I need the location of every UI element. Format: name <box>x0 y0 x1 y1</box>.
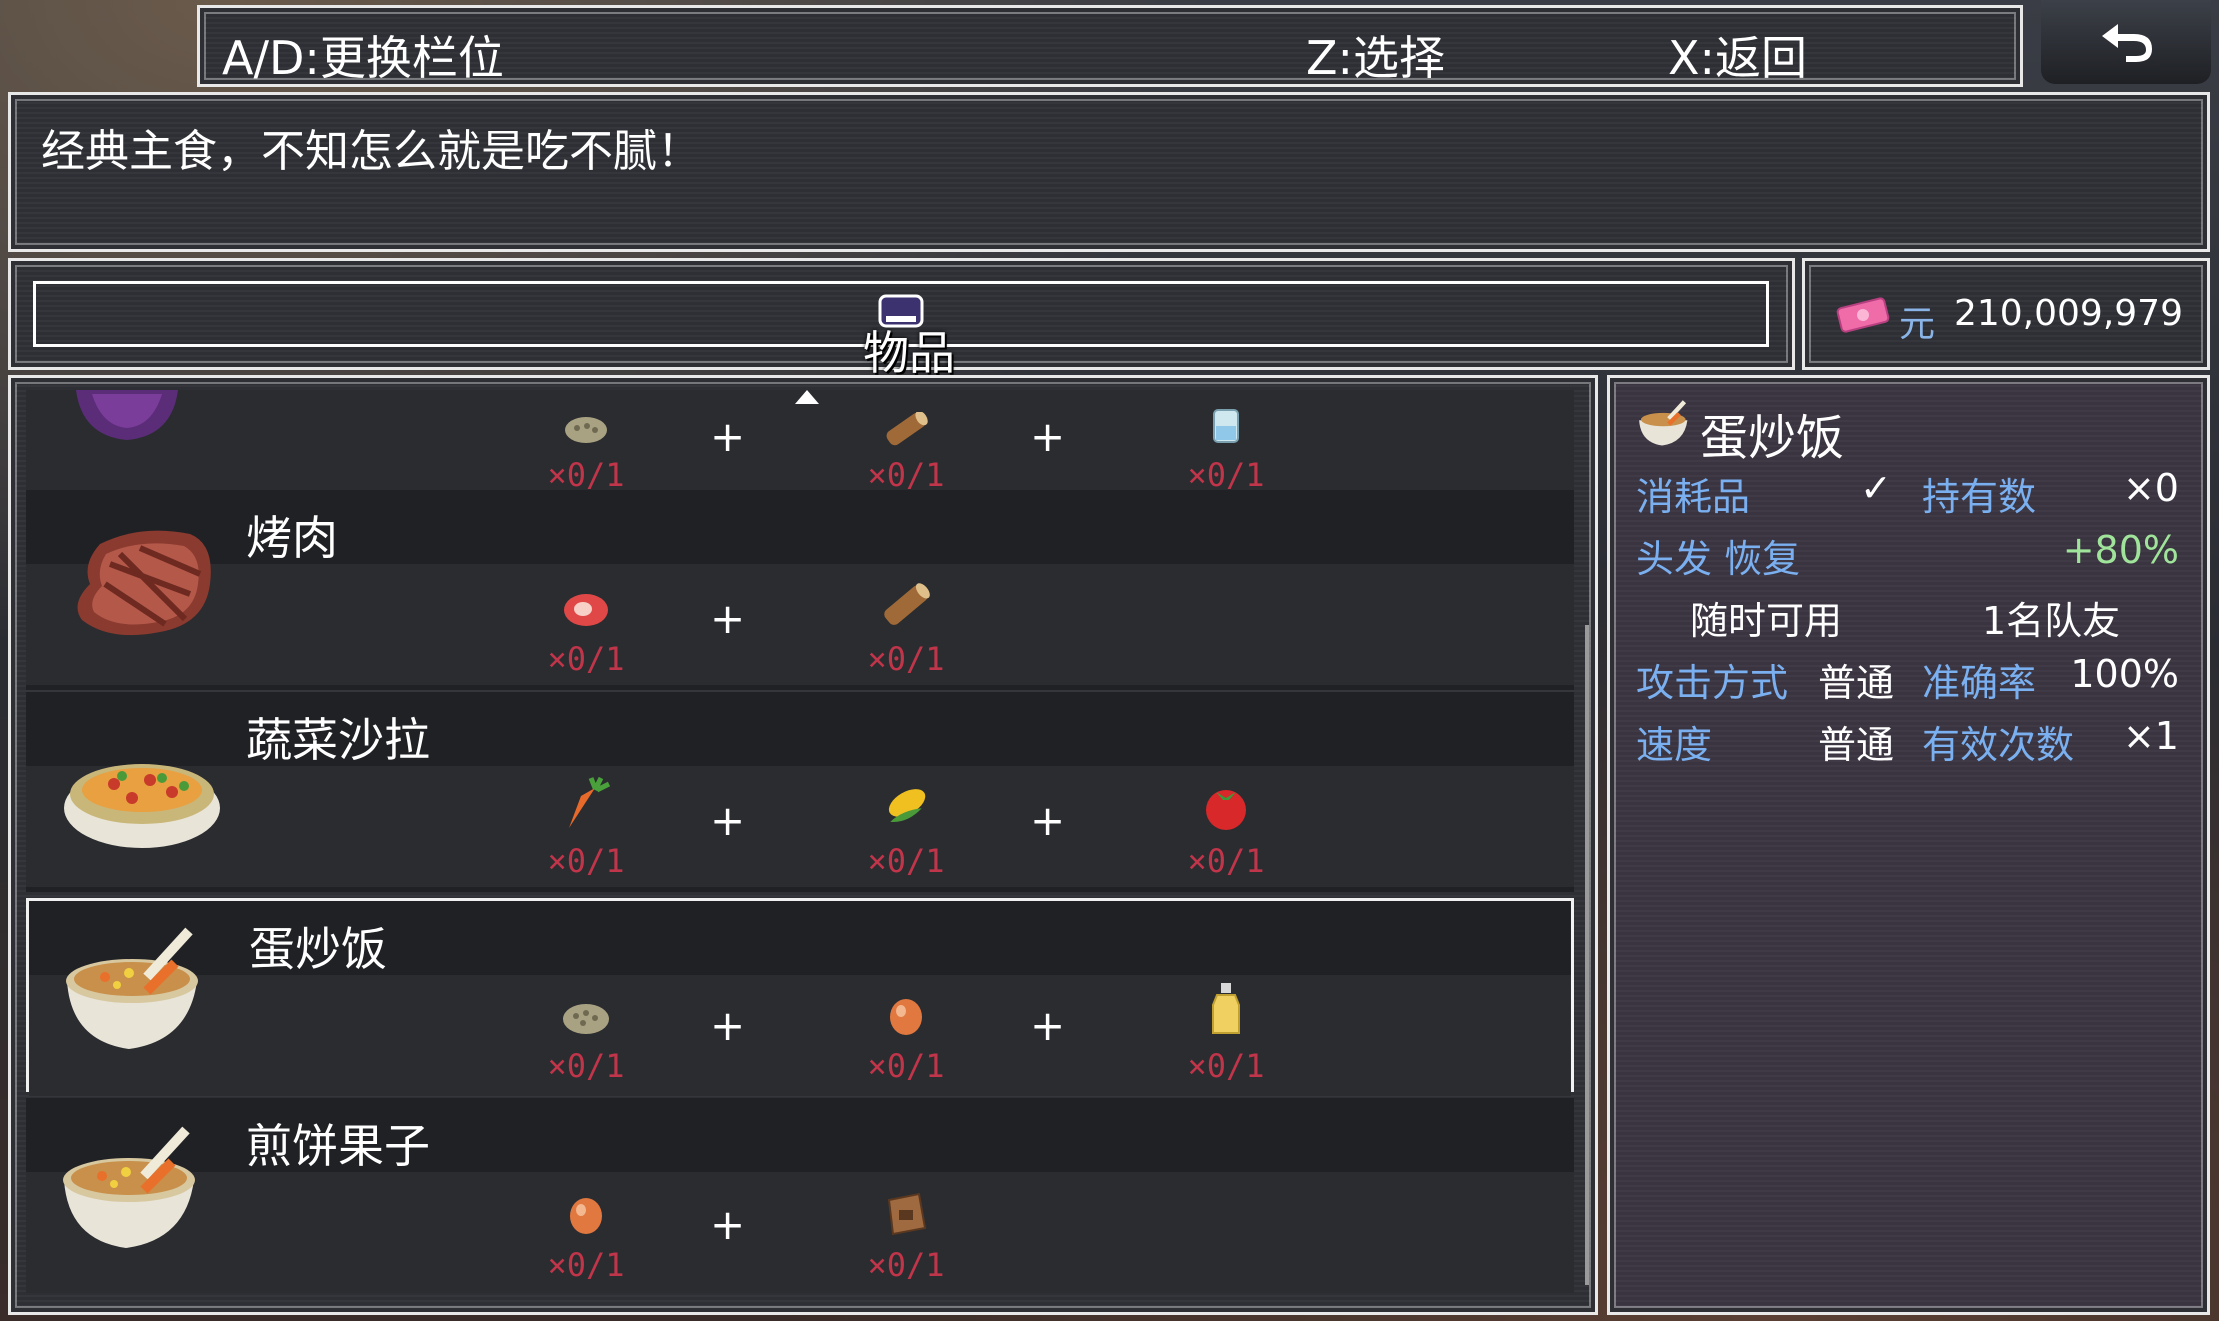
plus-sign: + <box>710 412 746 461</box>
ingredient-count: ×0/1 <box>867 842 945 880</box>
recipe-name: 烤肉 <box>246 511 338 565</box>
water-cup-icon <box>1213 409 1239 443</box>
hint-switch-slot: A/D:更换栏位 <box>222 31 504 85</box>
fried-rice-icon <box>66 927 198 1049</box>
ingredient-count: ×0/1 <box>867 1047 945 1085</box>
wood-icon <box>884 583 930 625</box>
description-box: 经典主食，不知怎么就是吃不腻！ <box>8 92 2210 252</box>
attack-type-label: 攻击方式 <box>1636 661 1789 705</box>
plus-sign: + <box>1030 1001 1066 1050</box>
plus-sign: + <box>1030 412 1066 461</box>
money-amount: 210,009,979 <box>1953 293 2183 334</box>
back-button[interactable] <box>2041 0 2211 84</box>
speed-value: 普通 <box>1818 723 1895 767</box>
purple-bowl-icon <box>76 390 178 440</box>
bag-icon <box>878 294 924 328</box>
egg-icon <box>570 1198 602 1234</box>
money-box: 元 210,009,979 <box>1802 258 2210 370</box>
corn-icon <box>888 789 926 822</box>
consumable-check-icon: ✓ <box>1860 466 1892 510</box>
detail-item-name: 蛋炒饭 <box>1700 410 1845 466</box>
banknote-icon <box>1836 297 1890 333</box>
plus-sign: + <box>1030 796 1066 845</box>
return-arrow-icon <box>2102 24 2152 62</box>
ingredient-count: ×0/1 <box>547 842 625 880</box>
grain-icon <box>565 417 607 443</box>
fried-rice-icon <box>63 1126 195 1248</box>
grain-icon <box>563 1004 609 1034</box>
recipe-name: 煎饼果子 <box>246 1119 430 1173</box>
speed-label: 速度 <box>1636 723 1713 767</box>
steak-icon <box>77 530 211 636</box>
item-type-label: 消耗品 <box>1636 475 1751 519</box>
owned-label: 持有数 <box>1922 475 2037 519</box>
ingredient-count: ×0/1 <box>547 1047 625 1085</box>
raw-meat-icon <box>564 594 608 626</box>
ingredient-count: ×0/1 <box>547 1246 625 1284</box>
list-scrollbar[interactable] <box>1585 625 1589 1285</box>
wood-icon <box>886 412 928 446</box>
scroll-up-arrow-icon[interactable] <box>795 390 819 404</box>
plus-sign: + <box>710 594 746 643</box>
recipe-row[interactable]: ×0/1 + ×0/1 + ×0/1 <box>26 390 1574 490</box>
recipe-row-selected[interactable]: 蛋炒饭 ×0/1 + ×0/1 + ×0/1 <box>26 898 1574 1096</box>
carrot-icon <box>569 776 611 828</box>
currency-unit: 元 <box>1899 304 1936 345</box>
oil-bottle-icon <box>1212 983 1240 1034</box>
ingredient-count: ×0/1 <box>1187 456 1265 490</box>
owned-value: ×0 <box>2122 466 2179 510</box>
attack-type-value: 普通 <box>1818 661 1895 705</box>
usable-timing: 随时可用 <box>1690 599 1843 643</box>
uses-value: ×1 <box>2122 714 2179 758</box>
hint-select: Z:选择 <box>1306 31 1446 85</box>
ingredient-count: ×0/1 <box>867 1246 945 1284</box>
uses-label: 有效次数 <box>1922 723 2075 767</box>
hint-back: X:返回 <box>1668 31 1808 85</box>
salad-icon <box>64 764 220 848</box>
plus-sign: + <box>710 1200 746 1249</box>
ingredient-count: ×0/1 <box>867 456 945 490</box>
controls-hint-bar: A/D:更换栏位 Z:选择 X:返回 <box>197 5 2023 87</box>
accuracy-label: 准确率 <box>1922 661 2037 705</box>
plus-sign: + <box>710 1001 746 1050</box>
ingredient-count: ×0/1 <box>1187 842 1265 880</box>
fried-rice-icon <box>1639 400 1688 446</box>
effect-label: 头发 恢复 <box>1636 537 1801 581</box>
accuracy-value: 100% <box>2070 652 2179 696</box>
recipe-name: 蛋炒饭 <box>249 922 387 976</box>
egg-icon <box>890 999 922 1035</box>
recipe-row[interactable]: 蔬菜沙拉 ×0/1 + ×0/1 + ×0/1 <box>26 692 1574 892</box>
item-description: 经典主食，不知怎么就是吃不腻！ <box>41 126 701 177</box>
recipe-row[interactable]: 烤肉 ×0/1 + ×0/1 <box>26 490 1574 690</box>
flour-bag-icon <box>887 1192 927 1236</box>
effect-value: +80% <box>2062 528 2179 572</box>
tomato-icon <box>1206 790 1246 830</box>
ingredient-count: ×0/1 <box>547 456 625 490</box>
target-scope: 1名队友 <box>1982 599 2121 643</box>
plus-sign: + <box>710 796 746 845</box>
recipe-name: 蔬菜沙拉 <box>246 713 430 767</box>
ingredient-count: ×0/1 <box>547 640 625 678</box>
recipe-row[interactable]: 煎饼果子 ×0/1 + ×0/1 <box>26 1098 1574 1293</box>
ingredient-count: ×0/1 <box>867 640 945 678</box>
ingredient-count: ×0/1 <box>1187 1047 1265 1085</box>
